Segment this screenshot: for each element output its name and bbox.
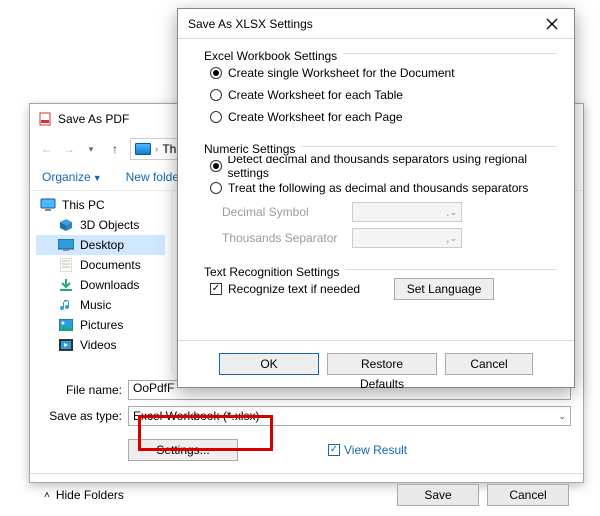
back-cancel-button[interactable]: Cancel: [487, 484, 569, 506]
back-title: Save As PDF: [58, 112, 129, 126]
save-button[interactable]: Save: [397, 484, 479, 506]
tree-item-3d-objects[interactable]: 3D Objects: [36, 215, 165, 235]
tree-item-desktop[interactable]: Desktop: [36, 235, 165, 255]
text-recognition-group: Text Recognition Settings Recognize text…: [204, 265, 556, 304]
tree-item-label: Music: [80, 298, 111, 312]
pictures-icon: [58, 318, 74, 332]
ok-button[interactable]: OK: [219, 353, 319, 375]
tree-root-this-pc[interactable]: This PC: [36, 195, 165, 215]
radio-detect-regional[interactable]: Detect decimal and thousands separators …: [204, 155, 556, 177]
tree-item-pictures[interactable]: Pictures: [36, 315, 165, 335]
organize-menu[interactable]: Organize▼: [42, 170, 102, 184]
workbook-settings-group: Excel Workbook Settings Create single Wo…: [204, 49, 556, 132]
radio-label: Create Worksheet for each Table: [228, 88, 403, 102]
nav-tree: This PC 3D Objects Desktop Documents Dow…: [30, 191, 172, 371]
workbook-group-title: Excel Workbook Settings: [204, 49, 343, 63]
radio-label: Create single Worksheet for the Document: [228, 66, 455, 80]
radio-icon: [210, 182, 222, 194]
radio-label: Create Worksheet for each Page: [228, 110, 403, 124]
organize-label: Organize: [42, 170, 91, 184]
radio-icon: [210, 111, 222, 123]
caret-down-icon: ⌄: [558, 411, 566, 422]
thousands-separator-label: Thousands Separator: [222, 231, 342, 245]
hide-folders-label: Hide Folders: [56, 488, 124, 502]
nav-up-icon[interactable]: ↑: [106, 140, 124, 158]
chevron-up-icon: ˄: [44, 490, 50, 501]
tree-item-label: Documents: [80, 258, 141, 272]
three-d-icon: [58, 218, 74, 232]
tree-root-label: This PC: [62, 198, 105, 212]
nav-recent-caret-icon[interactable]: ▾: [82, 140, 100, 158]
close-button[interactable]: [540, 12, 564, 36]
view-result-checkbox[interactable]: ✓ View Result: [328, 443, 407, 457]
set-language-button[interactable]: Set Language: [394, 278, 494, 300]
thousands-separator-select: ,⌄: [352, 228, 462, 248]
xlsx-settings-window: Save As XLSX Settings Excel Workbook Set…: [177, 8, 575, 388]
nav-back-icon[interactable]: ←: [38, 140, 56, 158]
radio-label: Treat the following as decimal and thous…: [228, 181, 528, 195]
close-icon: [546, 18, 558, 30]
tree-item-label: 3D Objects: [80, 218, 139, 232]
music-icon: [58, 298, 74, 312]
radio-icon: [210, 67, 222, 79]
view-result-label: View Result: [344, 443, 407, 457]
decimal-symbol-label: Decimal Symbol: [222, 205, 342, 219]
settings-button[interactable]: Settings...: [128, 439, 238, 461]
nav-forward-icon[interactable]: →: [60, 140, 78, 158]
caret-down-icon: ▼: [93, 173, 102, 183]
radio-icon: [210, 160, 222, 172]
tree-item-label: Pictures: [80, 318, 123, 332]
desktop-icon: [58, 238, 74, 252]
downloads-icon: [58, 278, 74, 292]
save-as-type-label: Save as type:: [42, 409, 122, 423]
front-button-row: OK Restore Defaults Cancel: [178, 340, 574, 387]
tree-item-label: Downloads: [80, 278, 139, 292]
tree-item-label: Videos: [80, 338, 116, 352]
path-chevron-icon: ›: [155, 144, 158, 155]
tree-item-label: Desktop: [80, 238, 124, 252]
caret-down-icon: ⌄: [449, 233, 457, 244]
text-group-title: Text Recognition Settings: [204, 265, 345, 279]
save-as-type-value: Excel Workbook (*.xlsx): [133, 409, 259, 423]
recognize-label: Recognize text if needed: [228, 282, 360, 296]
hide-folders-toggle[interactable]: ˄ Hide Folders: [44, 488, 124, 502]
radio-single-worksheet[interactable]: Create single Worksheet for the Document: [204, 62, 556, 84]
radio-per-table[interactable]: Create Worksheet for each Table: [204, 84, 556, 106]
numeric-settings-group: Numeric Settings Detect decimal and thou…: [204, 142, 556, 255]
numeric-group-title: Numeric Settings: [204, 142, 301, 156]
restore-defaults-button[interactable]: Restore Defaults: [327, 353, 437, 375]
checkmark-icon: ✓: [328, 444, 340, 456]
new-folder-button[interactable]: New folder: [126, 170, 183, 184]
this-pc-icon: [40, 198, 56, 212]
front-cancel-button[interactable]: Cancel: [445, 353, 533, 375]
settings-row: Settings... ✓ View Result: [30, 433, 583, 467]
tree-item-music[interactable]: Music: [36, 295, 165, 315]
decimal-symbol-select: .⌄: [352, 202, 462, 222]
videos-icon: [58, 338, 74, 352]
save-as-type-select[interactable]: Excel Workbook (*.xlsx) ⌄: [128, 406, 571, 426]
radio-label: Detect decimal and thousands separators …: [228, 152, 556, 180]
radio-icon: [210, 89, 222, 101]
bottom-row: ˄ Hide Folders Save Cancel: [30, 473, 583, 516]
file-name-label: File name:: [42, 383, 122, 397]
front-titlebar: Save As XLSX Settings: [178, 9, 574, 39]
front-title: Save As XLSX Settings: [188, 17, 313, 31]
tree-item-documents[interactable]: Documents: [36, 255, 165, 275]
recognize-checkbox[interactable]: [210, 283, 222, 295]
file-name-value: OoPdfF: [133, 381, 174, 395]
tree-item-downloads[interactable]: Downloads: [36, 275, 165, 295]
radio-custom-separators[interactable]: Treat the following as decimal and thous…: [204, 177, 556, 199]
radio-per-page[interactable]: Create Worksheet for each Page: [204, 106, 556, 128]
pdf-icon: [38, 112, 52, 126]
this-pc-icon: [135, 143, 151, 155]
caret-down-icon: ⌄: [449, 207, 457, 218]
documents-icon: [58, 258, 74, 272]
tree-item-videos[interactable]: Videos: [36, 335, 165, 355]
